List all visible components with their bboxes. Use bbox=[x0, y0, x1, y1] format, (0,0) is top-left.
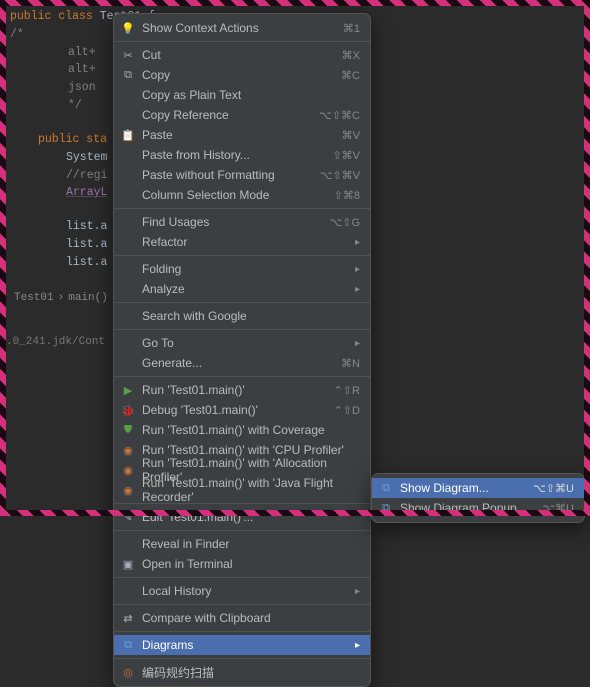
scan-icon: ◎ bbox=[120, 664, 136, 680]
context-menu: 💡Show Context Actions⌘1 ✂Cut⌘X ⧉Copy⌘C C… bbox=[113, 13, 371, 687]
diagrams[interactable]: ⧉Diagrams▸ bbox=[114, 635, 370, 655]
paste-icon: 📋 bbox=[120, 127, 136, 143]
edit-icon: ✎ bbox=[120, 509, 136, 525]
find-usages[interactable]: Find Usages⌥⇧G bbox=[114, 212, 370, 232]
search-google[interactable]: Search with Google bbox=[114, 306, 370, 326]
diagram-icon: ⧉ bbox=[378, 500, 394, 516]
copy[interactable]: ⧉Copy⌘C bbox=[114, 65, 370, 85]
generate[interactable]: Generate...⌘N bbox=[114, 353, 370, 373]
open-terminal[interactable]: ▣Open in Terminal bbox=[114, 554, 370, 574]
profiler-icon: ◉ bbox=[120, 462, 136, 478]
analyze[interactable]: Analyze▸ bbox=[114, 279, 370, 299]
debug-icon: 🐞 bbox=[120, 402, 136, 418]
copy-reference[interactable]: Copy Reference⌥⇧⌘C bbox=[114, 105, 370, 125]
profiler-icon: ◉ bbox=[120, 442, 136, 458]
diagram-icon: ⧉ bbox=[120, 637, 136, 653]
copy-icon: ⧉ bbox=[120, 67, 136, 83]
refactor[interactable]: Refactor▸ bbox=[114, 232, 370, 252]
run-coverage[interactable]: ⛊Run 'Test01.main()' with Coverage bbox=[114, 420, 370, 440]
diff-icon: ⇄ bbox=[120, 610, 136, 626]
run-jfr[interactable]: ◉Run 'Test01.main()' with 'Java Flight R… bbox=[114, 480, 370, 500]
paste-history[interactable]: Paste from History...⇧⌘V bbox=[114, 145, 370, 165]
copy-plain[interactable]: Copy as Plain Text bbox=[114, 85, 370, 105]
cut-icon: ✂ bbox=[120, 47, 136, 63]
reveal-finder[interactable]: Reveal in Finder bbox=[114, 534, 370, 554]
breadcrumb[interactable]: Test01›main() bbox=[10, 292, 112, 304]
paste-no-format[interactable]: Paste without Formatting⌥⇧⌘V bbox=[114, 165, 370, 185]
run-main[interactable]: ▶Run 'Test01.main()'⌃⇧R bbox=[114, 380, 370, 400]
status-path: .0_241.jdk/Cont bbox=[6, 336, 105, 348]
terminal-icon: ▣ bbox=[120, 556, 136, 572]
local-history[interactable]: Local History▸ bbox=[114, 581, 370, 601]
profiler-icon: ◉ bbox=[120, 482, 136, 498]
compare-clipboard[interactable]: ⇄Compare with Clipboard bbox=[114, 608, 370, 628]
code-scan[interactable]: ◎编码规约扫描 bbox=[114, 662, 370, 682]
coverage-icon: ⛊ bbox=[120, 422, 136, 438]
cut[interactable]: ✂Cut⌘X bbox=[114, 45, 370, 65]
show-diagram-popup[interactable]: ⧉Show Diagram Popup...⌥⌘U bbox=[372, 498, 584, 518]
edit-run-config[interactable]: ✎Edit 'Test01.main()'... bbox=[114, 507, 370, 527]
paste[interactable]: 📋Paste⌘V bbox=[114, 125, 370, 145]
diagram-icon: ⧉ bbox=[378, 480, 394, 496]
debug-main[interactable]: 🐞Debug 'Test01.main()'⌃⇧D bbox=[114, 400, 370, 420]
column-selection[interactable]: Column Selection Mode⇧⌘8 bbox=[114, 185, 370, 205]
show-context-actions[interactable]: 💡Show Context Actions⌘1 bbox=[114, 18, 370, 38]
show-diagram[interactable]: ⧉Show Diagram...⌥⇧⌘U bbox=[372, 478, 584, 498]
bulb-icon: 💡 bbox=[120, 20, 136, 36]
run-icon: ▶ bbox=[120, 382, 136, 398]
go-to[interactable]: Go To▸ bbox=[114, 333, 370, 353]
folding[interactable]: Folding▸ bbox=[114, 259, 370, 279]
